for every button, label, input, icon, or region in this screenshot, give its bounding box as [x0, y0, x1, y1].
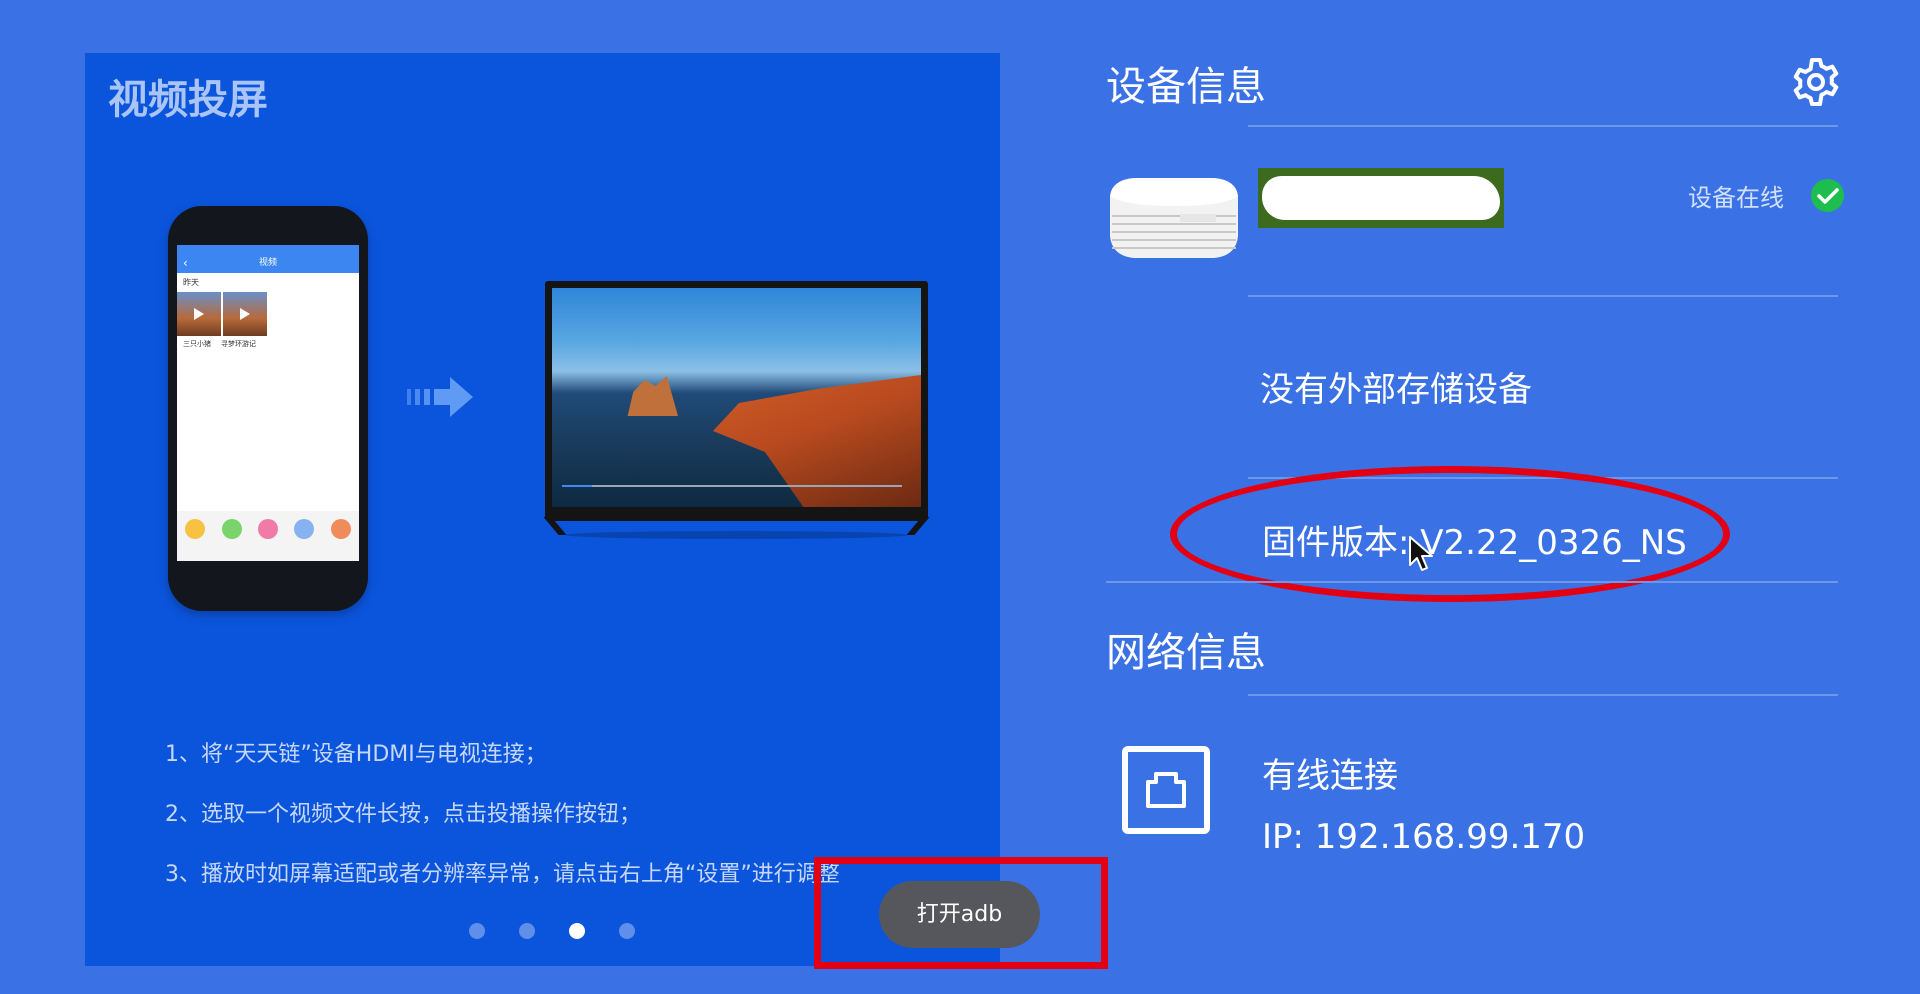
- upload-cloud-icon: [185, 519, 206, 539]
- check-circle-icon: [1811, 179, 1844, 212]
- pager-dots: [469, 923, 635, 939]
- ethernet-icon: [1122, 746, 1210, 834]
- redaction-mark: [1262, 176, 1500, 220]
- screen: 视频投屏 ‹ 视频 昨天 三只小猪 寻梦环游记 1、将“天天链”设备HDMI与电…: [0, 0, 1920, 994]
- tv-shadow: [565, 531, 908, 539]
- instruction-step: 3、播放时如屏幕适配或者分辨率异常，请点击右上角“设置”进行调整: [165, 862, 840, 887]
- device-info-title: 设备信息: [1106, 64, 1266, 110]
- firmware-version: 固件版本: V2.22_0326_NS: [1262, 523, 1687, 563]
- divider: [1248, 295, 1838, 297]
- storage-status: 没有外部存储设备: [1260, 370, 1532, 410]
- pager-dot[interactable]: [469, 923, 485, 939]
- pager-dot-active[interactable]: [569, 923, 585, 939]
- phone-section-label: 昨天: [183, 278, 199, 287]
- adb-toast: 打开adb: [879, 881, 1040, 948]
- ip-address: IP: 192.168.99.170: [1262, 817, 1586, 857]
- video-caption: 三只小猪: [183, 340, 211, 348]
- phone-nav-bar: ‹ 视频: [177, 253, 359, 273]
- divider: [1106, 581, 1838, 583]
- instruction-step: 2、选取一个视频文件长按，点击投播操作按钮；: [165, 802, 641, 827]
- delete-icon: [257, 519, 278, 539]
- tv-progress-bar: [562, 485, 902, 487]
- phone-captions: 三只小猪 寻梦环游记: [177, 336, 359, 352]
- phone-thumbnails: [177, 292, 359, 336]
- divider: [1248, 694, 1838, 696]
- cast-icon: [294, 519, 315, 539]
- tv-progress-fill: [562, 485, 592, 487]
- tv-frame: [545, 281, 928, 521]
- gear-icon[interactable]: [1790, 56, 1842, 108]
- promo-panel[interactable]: 视频投屏 ‹ 视频 昨天 三只小猪 寻梦环游记 1、将“天天链”设备HDMI与电…: [85, 53, 1000, 966]
- phone-screen: ‹ 视频 昨天 三只小猪 寻梦环游记: [177, 245, 359, 561]
- download-icon: [221, 519, 242, 539]
- video-thumbnail: [223, 292, 267, 336]
- phone-toolbar: [177, 511, 359, 561]
- pager-dot[interactable]: [619, 923, 635, 939]
- instruction-step: 1、将“天天链”设备HDMI与电视连接；: [165, 742, 547, 767]
- promo-title: 视频投屏: [108, 77, 268, 123]
- instruction-steps: 1、将“天天链”设备HDMI与电视连接； 2、选取一个视频文件长按，点击投播操作…: [165, 740, 840, 920]
- device-status-label: 设备在线: [1688, 184, 1784, 212]
- rename-icon: [330, 519, 351, 539]
- tv-rock: [627, 376, 678, 416]
- device-image: [1110, 178, 1238, 258]
- network-info-title: 网络信息: [1106, 630, 1266, 676]
- phone-nav-title: 视频: [258, 258, 277, 268]
- arrow-right-icon: [407, 377, 473, 417]
- divider: [1248, 125, 1838, 127]
- pager-dot[interactable]: [519, 923, 535, 939]
- tv-illustration: [543, 281, 930, 539]
- connection-type: 有线连接: [1262, 756, 1398, 796]
- mouse-pointer-icon: [1409, 536, 1433, 571]
- video-thumbnail: [177, 292, 221, 336]
- device-name-redacted: [1258, 168, 1504, 228]
- back-icon: ‹: [183, 256, 188, 270]
- phone-illustration: ‹ 视频 昨天 三只小猪 寻梦环游记: [168, 206, 368, 611]
- video-caption: 寻梦环游记: [221, 340, 256, 348]
- phone-status-bar: [177, 245, 359, 253]
- tv-screen: [552, 288, 921, 507]
